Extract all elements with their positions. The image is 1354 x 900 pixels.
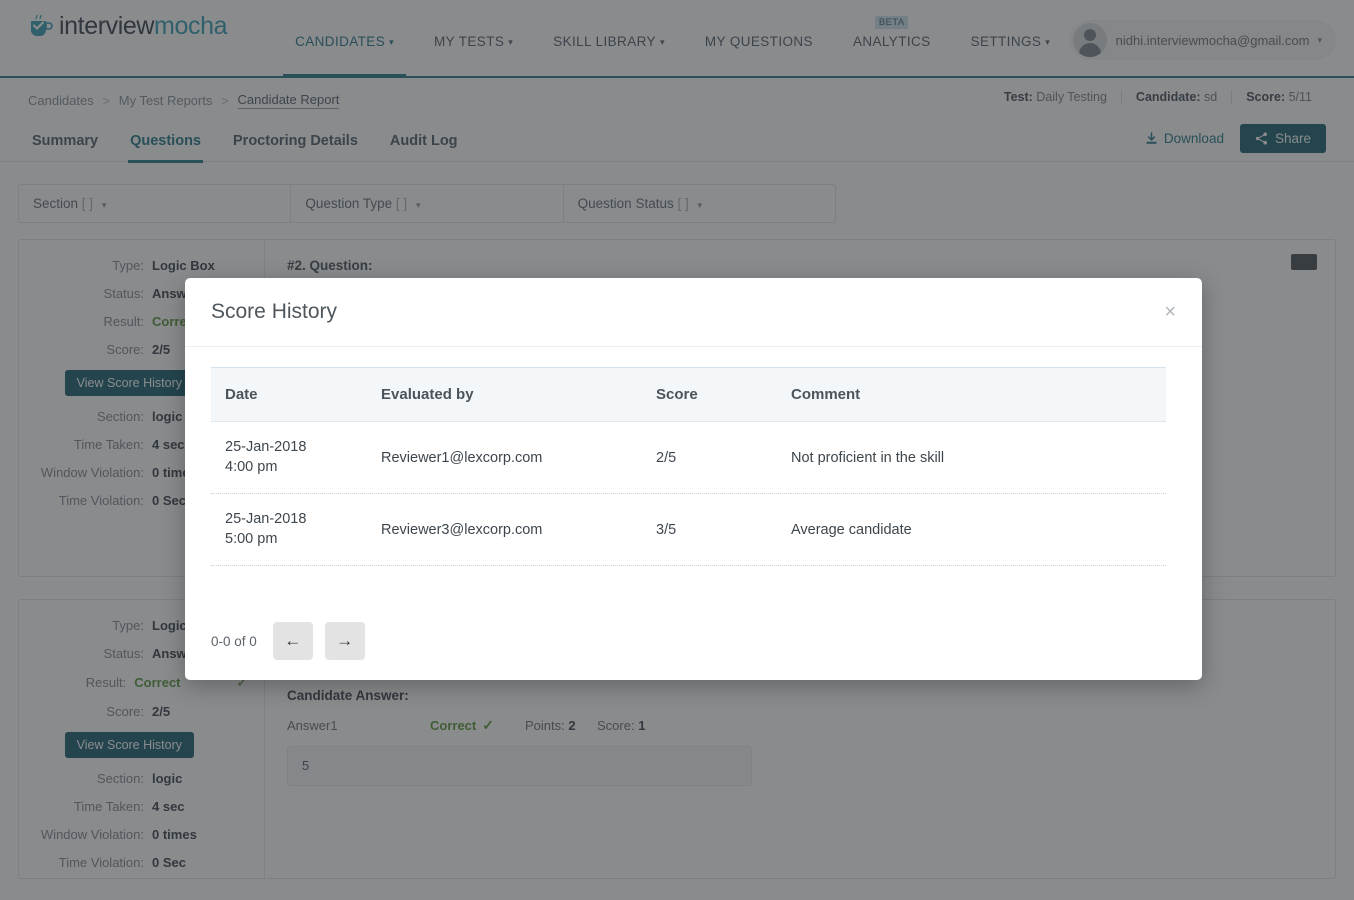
cell-evaluated-by: Reviewer3@lexcorp.com (381, 493, 656, 567)
table-header: Date Evaluated by Score Comment (211, 367, 1166, 422)
modal-body: Date Evaluated by Score Comment 25-Jan-2… (185, 347, 1202, 602)
column-header-evaluated-by: Evaluated by (381, 367, 656, 422)
table-row: 25-Jan-2018 4:00 pm Reviewer1@lexcorp.co… (211, 421, 1166, 495)
cell-date: 25-Jan-2018 5:00 pm (211, 493, 381, 567)
page-root: interviewmocha CANDIDATES▾ MY TESTS▾ SKI… (0, 0, 1354, 900)
cell-score: 3/5 (656, 493, 791, 567)
score-history-table: Date Evaluated by Score Comment 25-Jan-2… (211, 367, 1166, 567)
cell-comment: Average candidate (791, 493, 1166, 567)
column-header-comment: Comment (791, 367, 1166, 422)
cell-score: 2/5 (656, 421, 791, 495)
modal-title: Score History (211, 300, 338, 323)
table-header-row: Date Evaluated by Score Comment (211, 367, 1166, 422)
cell-time-value: 4:00 pm (225, 458, 278, 475)
cell-date-value: 25-Jan-2018 (225, 439, 307, 455)
cell-date-value: 25-Jan-2018 (225, 511, 307, 528)
modal-footer: 0-0 of 0 ← → (185, 602, 1202, 680)
column-header-score: Score (656, 367, 791, 422)
score-history-modal: Score History × Date Evaluated by Score … (185, 278, 1202, 680)
cell-evaluated-by: Reviewer1@lexcorp.com (381, 421, 656, 495)
cell-date: 25-Jan-2018 4:00 pm (211, 421, 381, 495)
cell-time-value: 5:00 pm (225, 530, 278, 547)
column-header-date: Date (211, 367, 381, 422)
cell-comment: Not proficient in the skill (791, 421, 1166, 495)
close-icon[interactable]: × (1164, 302, 1176, 322)
pagination-count: 0-0 of 0 (211, 633, 257, 649)
pagination-next-button[interactable]: → (324, 622, 365, 660)
table-row: 25-Jan-2018 5:00 pm Reviewer3@lexcorp.co… (211, 493, 1166, 567)
table-body: 25-Jan-2018 4:00 pm Reviewer1@lexcorp.co… (211, 421, 1166, 567)
pagination-prev-button[interactable]: ← (272, 622, 313, 660)
modal-header: Score History × (185, 278, 1202, 347)
